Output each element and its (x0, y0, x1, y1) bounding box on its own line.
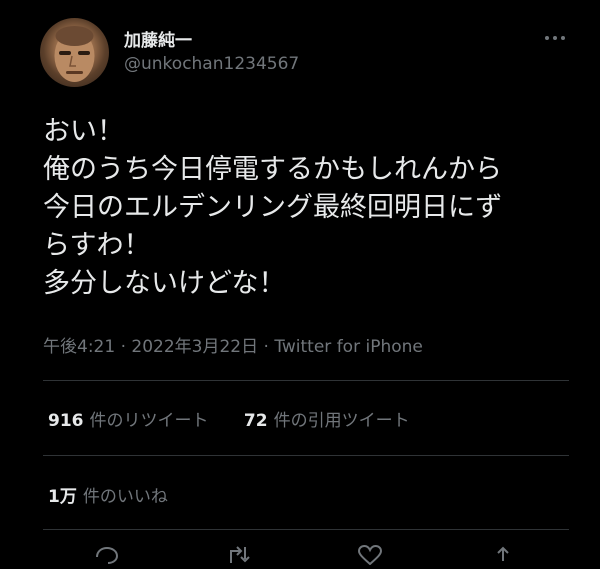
reply-button[interactable] (94, 545, 120, 565)
tweet-source[interactable]: Twitter for iPhone (274, 337, 423, 357)
likes-count: 1万 (48, 487, 77, 507)
display-name[interactable]: 加藤純一 (124, 26, 192, 51)
divider (43, 455, 569, 456)
quotes-stat[interactable]: 72 件の引用ツイート (244, 406, 410, 431)
retweet-button[interactable] (225, 545, 251, 565)
more-options-button[interactable] (541, 30, 569, 46)
quotes-label: 件の引用ツイート (273, 411, 410, 431)
engagement-stats: 916 件のリツイート 72 件の引用ツイート (48, 406, 410, 431)
more-horizontal-icon (545, 36, 565, 40)
divider (43, 529, 569, 530)
retweets-label: 件のリツイート (89, 411, 209, 431)
tweet-timestamp[interactable]: 午後4:21 · 2022年3月22日 · (43, 337, 274, 357)
tweet-line: 今日のエルデンリング最終回明日にず (43, 192, 503, 223)
share-icon (497, 546, 509, 561)
tweet-line: おい！ (43, 116, 124, 147)
divider (43, 380, 569, 381)
quotes-count: 72 (243, 411, 268, 431)
tweet-line: 多分しないけどな！ (43, 268, 286, 299)
retweets-count: 916 (48, 411, 84, 431)
likes-label: 件のいいね (82, 487, 168, 507)
likes-stats: 1万 件のいいね (48, 482, 168, 507)
like-icon (357, 544, 383, 566)
retweet-icon (230, 546, 250, 563)
avatar[interactable] (40, 18, 109, 87)
tweet-line: らすわ！ (43, 230, 151, 261)
tweet-line: 俺のうち今日停電するかもしれんから (43, 154, 502, 185)
reply-icon (96, 546, 119, 564)
retweets-stat[interactable]: 916 件のリツイート (48, 406, 209, 431)
avatar-face-image (54, 26, 95, 82)
tweet-text: おい！ 俺のうち今日停電するかもしれんから 今日のエルデンリング最終回明日にず … (43, 113, 583, 303)
like-button[interactable] (357, 544, 383, 566)
likes-stat[interactable]: 1万 件のいいね (48, 482, 168, 507)
username[interactable]: @unkochan1234567 (124, 54, 299, 74)
tweet-meta: 午後4:21 · 2022年3月22日 · Twitter for iPhone (43, 332, 423, 357)
share-button[interactable] (490, 545, 516, 565)
